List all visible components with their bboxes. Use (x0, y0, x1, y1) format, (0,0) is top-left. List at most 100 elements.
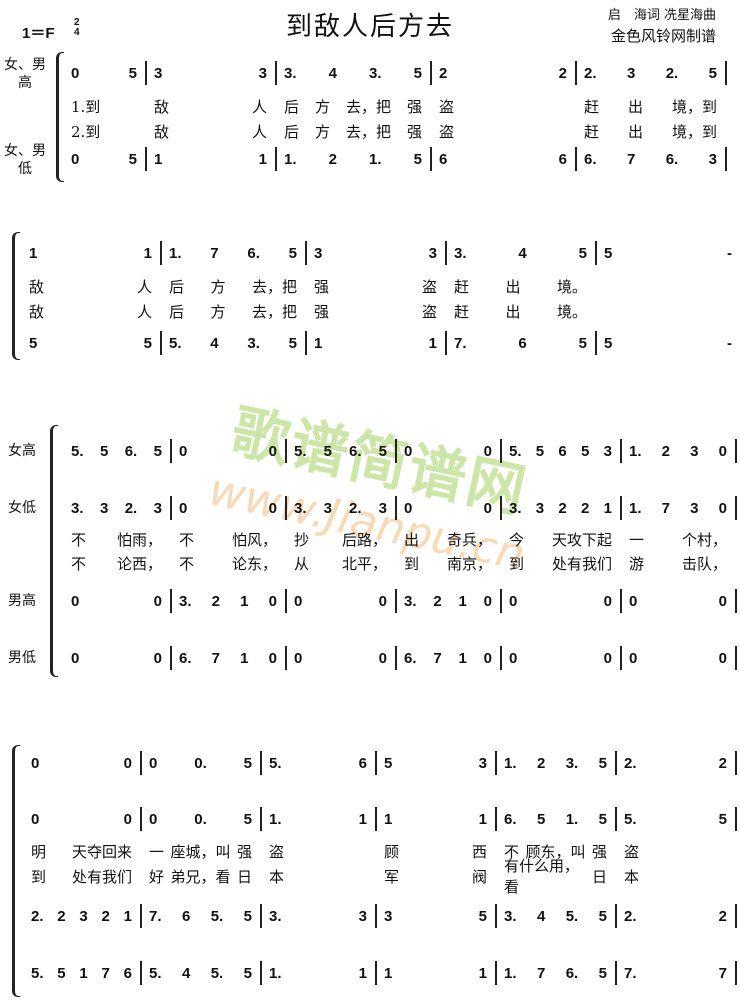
note: 6. (179, 649, 192, 667)
note: 0 (483, 649, 492, 667)
barline (395, 646, 397, 670)
note: 5 (708, 64, 717, 82)
note-measure: 3. 4 5 (448, 242, 595, 264)
note: 6 (123, 964, 132, 982)
lyric-syllable: 不 (71, 530, 87, 549)
note: 3 (535, 499, 545, 517)
lyric-syllable: 方 (314, 97, 330, 116)
lyric-syllable: 强 (406, 122, 422, 141)
note: 6. (504, 810, 517, 828)
barline (575, 147, 577, 171)
barline (140, 751, 142, 775)
lyric-syllable: 游 (629, 554, 645, 573)
barline (430, 61, 432, 85)
note: 3 (384, 907, 393, 925)
lyric-syllable: 怕雨， (116, 530, 162, 549)
voice-label: 女、男 低 (4, 143, 46, 177)
barline (395, 589, 397, 613)
barline (735, 904, 737, 928)
note: 3 (690, 442, 699, 460)
note: 5. (71, 442, 84, 460)
note-measure: 1. 7 3 0 (623, 497, 735, 519)
barline (145, 147, 147, 171)
lyric-syllable: 后路， (341, 530, 387, 549)
note-measure: 55 (23, 332, 160, 354)
note: 3 (478, 754, 487, 772)
barline (445, 331, 447, 355)
note-measure: 2. 2 3 2 1 (25, 905, 140, 927)
note: 6 (358, 754, 367, 772)
voice-label: 女、男 高 (4, 57, 46, 91)
note: 2. (624, 907, 637, 925)
note: 2. (31, 907, 44, 925)
lyric-segment: 好弟兄，看日 (143, 865, 260, 887)
note: 0 (149, 810, 158, 828)
lyric-syllable: 不 (179, 554, 195, 573)
lyric-syllable: 奇兵， (446, 530, 492, 549)
lyric-syllable: 到 (404, 554, 420, 573)
note: 2. (124, 499, 138, 517)
note-measure: 00 (173, 497, 285, 519)
note: 1 (240, 649, 249, 667)
note: 2. (349, 499, 362, 517)
lyric-segment: 敌人 (23, 275, 160, 297)
note: 4 (536, 907, 546, 925)
note: 3 (154, 64, 163, 82)
note-measure: 5- (598, 332, 740, 354)
note-measure: 53 (378, 752, 495, 774)
note: 7 (433, 649, 442, 667)
lyric-syllable: 好 (149, 867, 165, 886)
barline (170, 439, 172, 463)
voice-label: 女低 (8, 500, 36, 516)
note: 0 (268, 592, 277, 610)
note-measure: 00 (173, 440, 285, 462)
barline (445, 241, 447, 265)
lyric-segment: 到 南京， (398, 552, 500, 574)
note: 3 (99, 499, 109, 517)
lyric-syllable: 北平， (341, 554, 387, 573)
voice-label: 男高 (8, 593, 36, 609)
lyric-syllable: 击队， (681, 554, 727, 573)
lyric-syllable: 处有我们 (71, 867, 132, 886)
lyric-syllable: 到 (509, 554, 525, 573)
note: 2 (328, 150, 337, 168)
note-measure: 2. 2 (618, 905, 735, 927)
lyric-syllable: 明 (31, 842, 47, 861)
note-measure: 11 (378, 962, 495, 984)
note: 5 (288, 334, 297, 352)
note: 5 (128, 64, 137, 82)
note: 2 (536, 754, 546, 772)
note: 5 (604, 244, 613, 262)
barline (735, 807, 737, 831)
note: 5 (288, 244, 297, 262)
note: 1 (358, 964, 367, 982)
note: 1 (478, 964, 487, 982)
barline (500, 496, 502, 520)
note: 0 (31, 754, 40, 772)
lyric-syllable: 1.到 (71, 97, 101, 116)
barline (500, 646, 502, 670)
lyric-segment: 敌人 (23, 300, 160, 322)
note-measure: 00 (398, 440, 500, 462)
note: 3 (690, 499, 699, 517)
note-measure: 3. 4 5. 5 (498, 905, 615, 927)
lyric-syllable: 境。 (556, 277, 587, 296)
lyric-syllable: 敌 (29, 302, 45, 321)
lyric-syllable: 出 (505, 302, 521, 321)
note: 5 (323, 442, 332, 460)
barline (285, 439, 287, 463)
note: 5 (604, 334, 613, 352)
note: 1. (629, 499, 642, 517)
note: 1 (603, 499, 612, 517)
note: 0 (71, 64, 80, 82)
note: 1. (269, 964, 282, 982)
note: 6. (404, 649, 417, 667)
lyric-syllable: 去，把 (251, 277, 297, 296)
note-measure: 35 (378, 905, 495, 927)
note: 3. (404, 592, 417, 610)
lyric-syllable: 去，把 (345, 97, 391, 116)
note: 5 (578, 334, 587, 352)
note: 5 (581, 442, 590, 460)
note: 0 (483, 499, 492, 517)
note: 3. (71, 499, 84, 517)
